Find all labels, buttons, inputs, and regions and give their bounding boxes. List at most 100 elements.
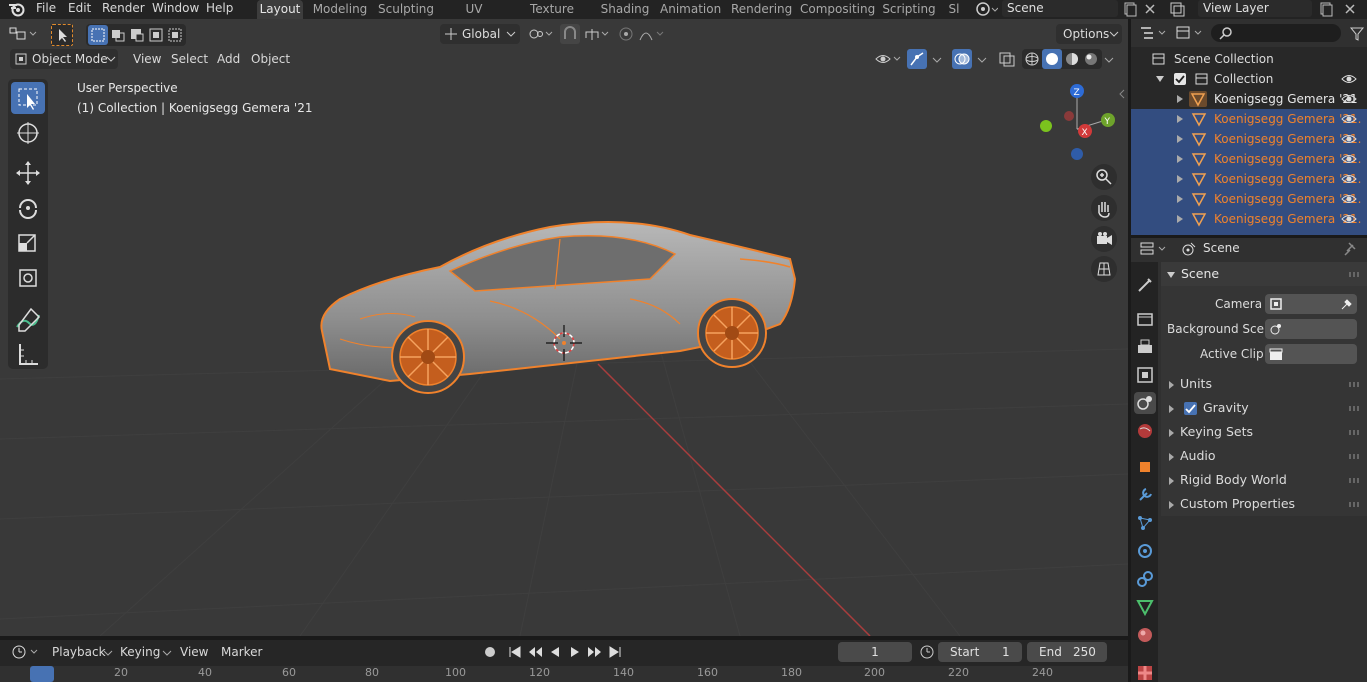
properties-editor-type-icon[interactable]: [1139, 240, 1169, 258]
pin-icon[interactable]: [1343, 241, 1359, 257]
keying-sets-subpanel[interactable]: Keying Sets: [1161, 420, 1367, 444]
tab-modeling[interactable]: Modeling: [312, 0, 368, 19]
tab-scripting[interactable]: Scripting: [882, 0, 936, 19]
custom-properties-subpanel[interactable]: Custom Properties: [1161, 492, 1367, 516]
timeline-menu-view[interactable]: View: [180, 642, 208, 662]
world-tab-icon[interactable]: [1134, 420, 1156, 442]
checkbox-icon[interactable]: [1174, 73, 1186, 85]
constraints-tab-icon[interactable]: [1134, 568, 1156, 590]
tab-texture-paint[interactable]: Texture Paint: [515, 0, 589, 35]
prev-keyframe-icon[interactable]: [526, 644, 544, 660]
play-reverse-icon[interactable]: [546, 644, 564, 660]
background-scene-field[interactable]: [1265, 319, 1357, 339]
next-keyframe-icon[interactable]: [586, 644, 604, 660]
filter-icon[interactable]: [1349, 26, 1365, 42]
expand-chevron-icon[interactable]: [1177, 195, 1183, 203]
expand-chevron-icon[interactable]: [1177, 175, 1183, 183]
perspective-toggle-icon[interactable]: [1091, 256, 1117, 282]
drag-handle-icon[interactable]: [1349, 382, 1361, 387]
outliner-row-object[interactable]: Koenigsegg Gemera '21.: [1131, 149, 1367, 169]
outliner-row-object-partial[interactable]: [1131, 229, 1367, 235]
drag-handle-icon[interactable]: [1349, 478, 1361, 483]
display-mode-icon[interactable]: [1175, 24, 1205, 42]
jump-start-icon[interactable]: [506, 644, 524, 660]
output-tab-icon[interactable]: [1134, 336, 1156, 358]
outliner-editor-type-icon[interactable]: [1139, 24, 1169, 42]
rigid-body-world-subpanel[interactable]: Rigid Body World: [1161, 468, 1367, 492]
outliner-row-object[interactable]: Koenigsegg Gemera '21.: [1131, 189, 1367, 209]
navigation-gizmo[interactable]: Z Y X: [1036, 81, 1118, 165]
units-subpanel[interactable]: Units: [1161, 372, 1367, 396]
3d-viewport[interactable]: Global Options Object Mode View Select A…: [0, 19, 1128, 636]
mesh-data-tab-icon[interactable]: [1134, 596, 1156, 618]
sidebar-toggle-icon[interactable]: [1118, 89, 1126, 99]
scene-tab-icon[interactable]: [1134, 392, 1156, 414]
current-frame-field[interactable]: 1: [838, 642, 912, 662]
zoom-icon[interactable]: [1091, 164, 1117, 190]
audio-subpanel[interactable]: Audio: [1161, 444, 1367, 468]
auto-keying-icon[interactable]: [482, 644, 498, 660]
tab-rendering[interactable]: Rendering: [731, 0, 792, 19]
expand-chevron-icon[interactable]: [1177, 215, 1183, 223]
timeline-menu-keying[interactable]: Keying: [120, 642, 160, 662]
drag-handle-icon[interactable]: [1349, 272, 1361, 277]
preview-range-icon[interactable]: [918, 644, 936, 660]
drag-handle-icon[interactable]: [1349, 454, 1361, 459]
jump-end-icon[interactable]: [606, 644, 624, 660]
eye-icon[interactable]: [1341, 212, 1357, 226]
drag-handle-icon[interactable]: [1349, 430, 1361, 435]
frame-ruler[interactable]: 20 40 60 80 100 120 140 160 180 200 220 …: [0, 666, 1128, 682]
object-tab-icon[interactable]: [1134, 456, 1156, 478]
eye-icon[interactable]: [1341, 192, 1357, 206]
particles-tab-icon[interactable]: [1134, 512, 1156, 534]
scene-panel-header[interactable]: Scene: [1161, 262, 1367, 286]
delete-scene-icon[interactable]: [1142, 1, 1158, 17]
scene-selector-field[interactable]: Scene: [1002, 0, 1118, 17]
end-frame-field[interactable]: End 250: [1027, 642, 1107, 662]
expand-chevron-icon[interactable]: [1177, 95, 1183, 103]
modifier-tab-icon[interactable]: [1134, 484, 1156, 506]
menu-edit[interactable]: Edit: [68, 0, 91, 19]
gravity-checkbox[interactable]: [1183, 402, 1197, 415]
eye-icon[interactable]: [1341, 152, 1357, 166]
tab-layout[interactable]: Layout: [257, 0, 303, 19]
render-tab-icon[interactable]: [1134, 308, 1156, 330]
timeline-editor[interactable]: Playback Keying View Marker 1 Start 1 En…: [0, 640, 1128, 682]
expand-chevron-icon[interactable]: [1177, 135, 1183, 143]
outliner-row-object[interactable]: Koenigsegg Gemera '21.: [1131, 129, 1367, 149]
texture-tab-icon[interactable]: [1134, 662, 1156, 682]
properties-editor[interactable]: Scene Scene Camera Background Sce.. Acti…: [1131, 238, 1367, 682]
view-layer-icon[interactable]: [1168, 0, 1192, 18]
view-layer-field[interactable]: View Layer: [1198, 0, 1312, 17]
tab-shading[interactable]: Shading: [600, 0, 650, 19]
drag-handle-icon[interactable]: [1349, 502, 1361, 507]
tab-sl-truncated[interactable]: Sl: [946, 0, 962, 19]
menu-help[interactable]: Help: [206, 0, 233, 19]
outliner-row-object[interactable]: Koenigsegg Gemera '21.: [1131, 109, 1367, 129]
tab-animation[interactable]: Animation: [660, 0, 721, 19]
collapse-chevron-icon[interactable]: [1156, 76, 1164, 82]
tab-uv-editing[interactable]: UV Editing: [443, 0, 505, 35]
camera-field[interactable]: [1265, 294, 1357, 314]
expand-chevron-icon[interactable]: [1177, 115, 1183, 123]
eye-icon[interactable]: [1341, 112, 1357, 126]
outliner-editor[interactable]: Scene Collection Collection Koenigsegg G…: [1131, 19, 1367, 235]
menu-window[interactable]: Window: [152, 0, 199, 19]
timeline-editor-type-icon[interactable]: [10, 643, 40, 661]
eye-icon[interactable]: [1341, 92, 1357, 106]
tab-compositing[interactable]: Compositing: [800, 0, 875, 19]
outliner-row-collection[interactable]: Collection: [1131, 69, 1367, 89]
physics-tab-icon[interactable]: [1134, 540, 1156, 562]
eye-icon[interactable]: [1341, 72, 1357, 86]
new-view-layer-icon[interactable]: [1318, 1, 1334, 17]
timeline-menu-marker[interactable]: Marker: [221, 642, 262, 662]
outliner-search-input[interactable]: [1211, 24, 1341, 42]
material-tab-icon[interactable]: [1134, 624, 1156, 646]
gravity-subpanel[interactable]: Gravity: [1161, 396, 1367, 420]
drag-handle-icon[interactable]: [1349, 406, 1361, 411]
playhead[interactable]: [30, 666, 54, 682]
eyedropper-icon[interactable]: [1339, 297, 1353, 311]
pan-hand-icon[interactable]: [1091, 195, 1117, 221]
outliner-row-object[interactable]: Koenigsegg Gemera '21: [1131, 89, 1367, 109]
menu-render[interactable]: Render: [102, 0, 145, 19]
